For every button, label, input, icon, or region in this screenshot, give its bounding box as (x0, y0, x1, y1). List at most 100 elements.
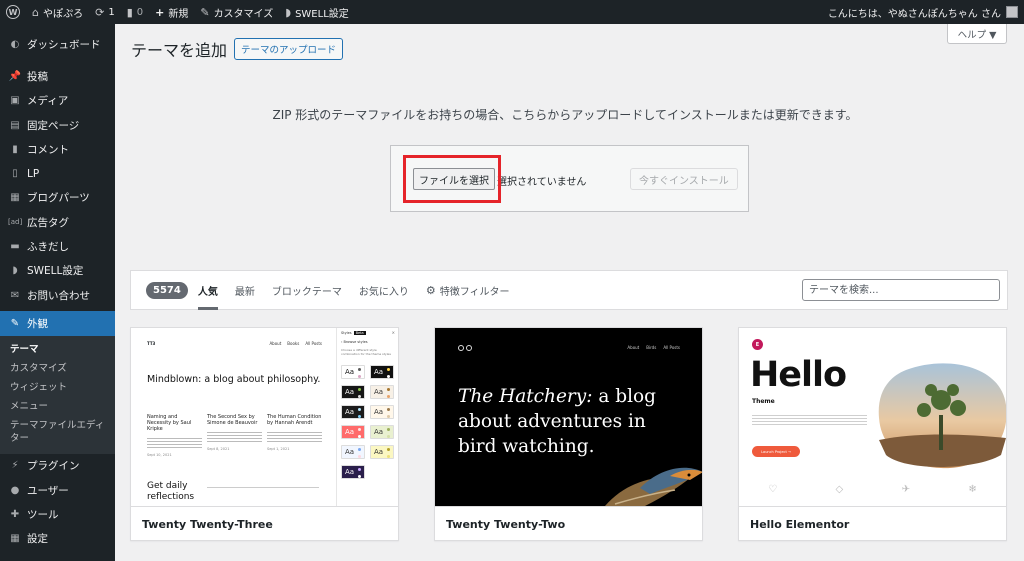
theme-name: Twenty Twenty-Two (435, 506, 702, 540)
site-name-menu[interactable]: ⌂ やぽぷろ (26, 0, 89, 24)
sidebar-item[interactable]: ▬ ふきだし (0, 234, 115, 258)
sidebar-item[interactable]: [ad] 広告タグ (0, 210, 115, 234)
panel-title: Styles (341, 331, 352, 335)
sidebar-item-label: 設定 (27, 533, 48, 546)
swatch-text: Aa (345, 408, 355, 416)
paper-plane-icon: ✈ (901, 484, 910, 495)
theme-name: Twenty Twenty-Three (131, 506, 398, 540)
pin-icon: 📌 (8, 70, 22, 82)
preview-site-title: TT3 (147, 341, 156, 346)
sidebar-item[interactable]: ▦ ブログパーツ (0, 186, 115, 210)
sidebar-item[interactable]: ✉ お問い合わせ (0, 283, 115, 307)
appearance-submenu: テーマ カスタマイズ ウィジェット メニュー テーマファイルエディター (0, 335, 115, 454)
preview-post-title: The Human Condition by Hannah Arendt (267, 414, 322, 426)
home-icon: ⌂ (32, 5, 39, 19)
swatch-text: Aa (374, 388, 384, 396)
sidebar-item[interactable]: ▯ LP (0, 161, 115, 185)
theme-name: Hello Elementor (739, 506, 1006, 540)
sidebar-item[interactable]: ▦ 設定 (0, 526, 115, 550)
swell-label: SWELL設定 (295, 8, 349, 20)
preview-post-title: Naming and Necessity by Saul Kripke (147, 414, 192, 432)
style-swatch: Aa (370, 405, 394, 419)
comment-icon: ▮ (126, 5, 133, 19)
swatch-text: Aa (374, 368, 384, 376)
swatch-text: Aa (345, 448, 355, 456)
preview-feature-icons: ♡ ◇ ✈ ❄ (739, 484, 1006, 495)
preview-post: The Human Condition by Hannah Arendt Sep… (267, 414, 322, 452)
theme-card-twenty-twenty-two[interactable]: About Birds All Posts The Hatchery: a blog… (434, 327, 703, 541)
new-content-menu[interactable]: + 新規 (149, 0, 194, 24)
preview-post: Naming and Necessity by Saul Kripke Sept… (147, 414, 202, 458)
style-swatch: Aa (341, 425, 365, 439)
my-account-menu[interactable]: こんにちは、やぬさんぽんちゃん さん (828, 5, 1024, 20)
tool-icon: ✚ (10, 508, 20, 520)
filter-tab-block-themes[interactable]: ブロックテーマ (272, 270, 342, 310)
filter-tab-favorites[interactable]: お気に入り (359, 270, 409, 310)
sidebar-item-dashboard[interactable]: ◐ ダッシュボード (0, 32, 115, 56)
theme-screenshot[interactable]: About Birds All Posts The Hatchery: a blog… (435, 328, 702, 506)
theme-card-hello-elementor[interactable]: E Hello Theme Launch Project → ♡ ◇ ✈ ❄ H… (738, 327, 1007, 541)
admin-bar: W ⌂ やぽぷろ ⟳ 1 ▮ 0 + 新規 ✎ カスタマイズ ◗ SWELL設定… (0, 0, 1024, 24)
wordpress-logo-menu[interactable]: W (0, 0, 26, 24)
theme-card-twenty-twenty-three[interactable]: TT3 About Books All Posts Mindblown: a blo… (130, 327, 399, 541)
updates-menu[interactable]: ⟳ 1 (89, 0, 121, 24)
preview-subtitle: Theme (752, 398, 775, 405)
theme-search-input[interactable] (802, 279, 1000, 301)
binoculars-icon (458, 345, 472, 352)
preview-nav-item: All Posts (305, 341, 322, 346)
style-swatch: Aa (341, 445, 365, 459)
theme-screenshot[interactable]: TT3 About Books All Posts Mindblown: a blo… (131, 328, 398, 506)
help-tab[interactable]: ヘルプ ▼ (947, 24, 1007, 44)
balloon-icon: ▬ (10, 241, 20, 253)
preview-nav-item: Birds (646, 345, 657, 350)
page-icon: ▤ (10, 119, 20, 131)
sidebar-item-label: メディア (27, 95, 69, 108)
upload-form: ファイルを選択 選択されていません 今すぐインストール (390, 145, 749, 212)
submenu-item[interactable]: テーマファイルエディター (0, 416, 115, 448)
swell-settings-menu[interactable]: ◗ SWELL設定 (279, 0, 355, 24)
style-swatch: Aa (370, 385, 394, 399)
sidebar-item[interactable]: ◗ SWELL設定 (0, 259, 115, 283)
media-icon: ▣ (10, 95, 20, 107)
filter-tab-latest[interactable]: 最新 (235, 270, 255, 310)
comments-menu[interactable]: ▮ 0 (121, 0, 149, 24)
bird-illustration (605, 467, 702, 506)
feature-filter-label: 特徴フィルター (439, 286, 510, 298)
divider (207, 487, 319, 488)
wordpress-icon: W (6, 5, 20, 19)
preview-daily-heading: Get daily reflections (147, 481, 195, 502)
site-name: やぽぷろ (42, 8, 84, 20)
submenu-item[interactable]: ウィジェット (0, 378, 115, 397)
preview-headline: Mindblown: a blog about philosophy. (147, 374, 321, 385)
theme-screenshot[interactable]: E Hello Theme Launch Project → ♡ ◇ ✈ ❄ (739, 328, 1006, 506)
sidebar-item-label: ダッシュボード (27, 38, 101, 51)
plus-icon: + (155, 5, 165, 19)
upload-theme-button[interactable]: テーマのアップロード (234, 38, 344, 60)
sidebar-item[interactable]: ▮ コメント (0, 137, 115, 161)
sidebar-item[interactable]: ▤ 固定ページ (0, 113, 115, 137)
sidebar-item-label: お問い合わせ (27, 289, 90, 302)
style-swatch: Aa (341, 385, 365, 399)
install-now-button[interactable]: 今すぐインストール (630, 168, 738, 190)
feature-filter-button[interactable]: ⚙ 特徴フィルター (426, 283, 510, 298)
sidebar-item[interactable]: ● ユーザー (0, 478, 115, 502)
submenu-item[interactable]: テーマ (0, 340, 115, 359)
sidebar-item[interactable]: ✚ ツール (0, 502, 115, 526)
preview-nav-item: Books (287, 341, 300, 346)
sidebar-item-appearance[interactable]: ✎ 外観 (0, 311, 115, 336)
sidebar-item[interactable]: ▣ メディア (0, 89, 115, 113)
sidebar-item-label: SWELL設定 (27, 265, 84, 278)
sidebar-item[interactable]: ⚡ プラグイン (0, 454, 115, 478)
panel-tab: Beta (353, 331, 366, 335)
preview-headline: The Hatchery: a blog about adventures in… (458, 384, 673, 459)
cactus-image (878, 363, 1006, 469)
preview-styles-panel: Styles Beta × ‹ Browse styles Choose a di… (336, 328, 398, 506)
diamond-icon: ◇ (835, 484, 844, 495)
customize-menu[interactable]: ✎ カスタマイズ (194, 0, 279, 24)
comments-count: 0 (136, 6, 144, 18)
submenu-item[interactable]: メニュー (0, 397, 115, 416)
filter-tab-popular[interactable]: 人気 (197, 270, 218, 310)
sidebar-item[interactable]: 📌 投稿 (0, 64, 115, 88)
panel-subtitle: ‹ Browse styles (341, 340, 368, 344)
submenu-item[interactable]: カスタマイズ (0, 359, 115, 378)
